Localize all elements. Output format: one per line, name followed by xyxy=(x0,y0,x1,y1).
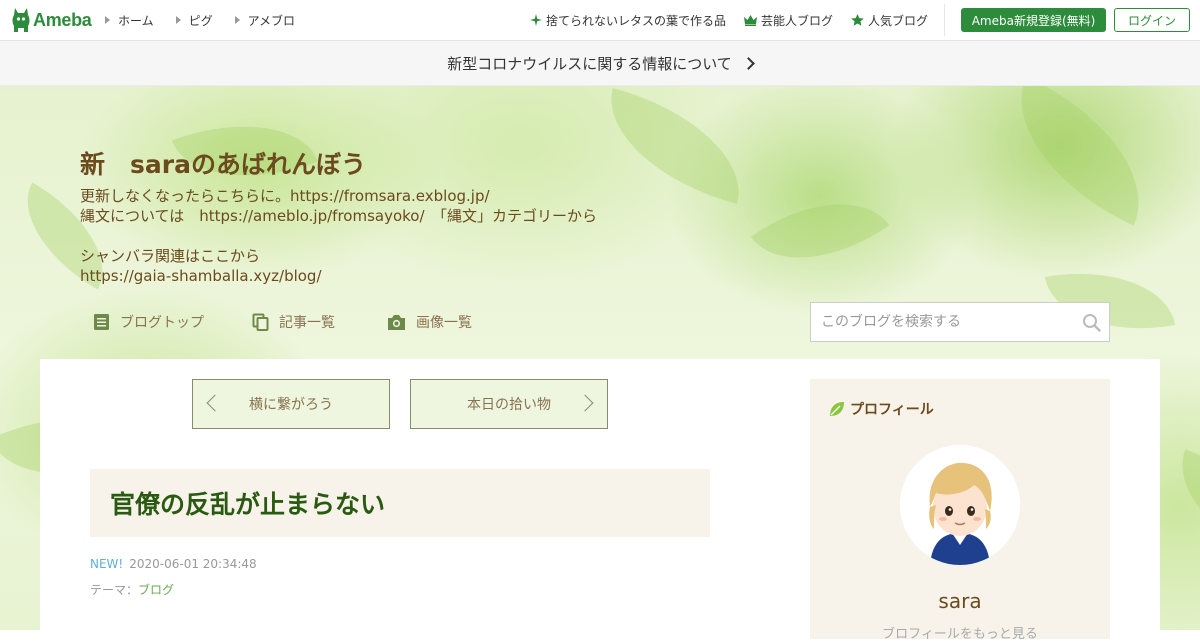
leaf-decoration xyxy=(1161,449,1200,553)
profile-panel: プロフィール sara ブロフィールをもっと見る xyxy=(810,379,1110,642)
nav-home-label: ホーム xyxy=(118,13,154,28)
covid-notice-link[interactable]: 新型コロナウイルスに関する情報について xyxy=(0,41,1200,86)
triangle-right-icon xyxy=(175,16,181,24)
nav-ameblo[interactable]: アメブロ xyxy=(234,12,296,29)
profile-name[interactable]: sara xyxy=(810,589,1110,613)
blog-description-line xyxy=(80,226,597,246)
header-divider xyxy=(944,4,945,36)
ameba-logo[interactable]: Ameba xyxy=(12,7,92,33)
new-badge: NEW! xyxy=(90,557,124,571)
blog-top-link[interactable]: ブログトップ xyxy=(93,312,204,332)
blog-top-label: ブログトップ xyxy=(120,315,204,331)
notice-text: 新型コロナウイルスに関する情報について xyxy=(447,54,732,73)
blog-description-line: 更新しなくなったらこちらに。https://fromsara.exblog.jp… xyxy=(80,187,490,205)
avatar[interactable] xyxy=(900,445,1020,565)
chevron-right-icon xyxy=(576,394,594,412)
blog-nav: ブログトップ 記事一覧 画像一覧 xyxy=(93,310,472,334)
search-icon[interactable] xyxy=(1082,313,1101,332)
next-article-label: 本日の拾い物 xyxy=(467,397,551,413)
chevron-right-icon xyxy=(741,56,755,70)
login-button[interactable]: ログイン xyxy=(1114,8,1190,32)
copy-icon xyxy=(252,313,269,331)
article-meta: NEW! 2020-06-01 20:34:48 xyxy=(90,557,257,571)
nav-home[interactable]: ホーム xyxy=(105,12,154,29)
link-popular-blogs-label: 人気ブログ xyxy=(867,13,928,28)
ameba-mascot-icon xyxy=(12,8,30,32)
register-button[interactable]: Ameba新規登録(無料) xyxy=(961,8,1106,32)
global-nav: ホーム ピグ アメブロ xyxy=(105,0,317,40)
leaf-decoration xyxy=(592,87,758,205)
blog-description-line: 縄文については https://ameblo.jp/fromsayoko/ 「縄… xyxy=(80,207,598,225)
blog-search-input[interactable] xyxy=(811,303,1081,341)
triangle-right-icon xyxy=(234,16,240,24)
leaf-decoration xyxy=(750,167,890,295)
next-article-button[interactable]: 本日の拾い物 xyxy=(410,379,608,429)
prev-article-button[interactable]: 横に繋がろう xyxy=(192,379,390,429)
header-feature-links: 捨てられないレタスの葉で作る品 芸能人ブログ 人気ブログ xyxy=(512,0,928,40)
article-title-box: 官僚の反乱が止まらない xyxy=(90,469,710,537)
blog-search-box xyxy=(810,302,1110,342)
logo-text: Ameba xyxy=(33,9,92,30)
nav-ameblo-label: アメブロ xyxy=(247,13,296,28)
profile-heading: プロフィール xyxy=(828,399,934,419)
global-header: Ameba ホーム ピグ アメブロ 捨てられないレタスの葉で作る品 芸能人ブログ… xyxy=(0,0,1200,41)
link-celebrity-blogs-label: 芸能人ブログ xyxy=(760,13,833,28)
link-celebrity-blogs[interactable]: 芸能人ブログ xyxy=(743,12,833,29)
blog-description-line: https://gaia-shamballa.xyz/blog/ xyxy=(80,267,322,285)
blog-description-line: シャンバラ関連はここから xyxy=(80,247,261,265)
link-lettuce-recipe[interactable]: 捨てられないレタスの葉で作る品 xyxy=(529,12,726,29)
article-theme: テーマ：ブログ xyxy=(90,581,174,598)
theme-label: テーマ： xyxy=(90,583,139,597)
article-title[interactable]: 官僚の反乱が止まらない xyxy=(110,485,385,521)
chevron-left-icon xyxy=(206,394,224,412)
theme-link[interactable]: ブログ xyxy=(138,583,174,597)
article-list-label: 記事一覧 xyxy=(279,315,335,331)
sparkle-icon xyxy=(529,14,542,26)
prev-article-label: 横に繋がろう xyxy=(249,397,333,413)
triangle-right-icon xyxy=(105,16,110,24)
main-content: 横に繋がろう 本日の拾い物 官僚の反乱が止まらない NEW! 2020-06-01… xyxy=(40,359,1160,642)
nav-pigg-label: ピグ xyxy=(188,13,213,28)
leaf-icon xyxy=(830,402,844,416)
camera-icon xyxy=(388,314,405,330)
link-lettuce-recipe-label: 捨てられないレタスの葉で作る品 xyxy=(545,13,726,28)
image-list-label: 画像一覧 xyxy=(416,315,472,331)
profile-subtitle[interactable]: ブロフィールをもっと見る xyxy=(810,623,1110,642)
crown-icon xyxy=(743,14,757,26)
image-list-link[interactable]: 画像一覧 xyxy=(387,312,472,332)
star-icon xyxy=(851,14,864,26)
link-popular-blogs[interactable]: 人気ブログ xyxy=(851,12,928,29)
nav-pigg[interactable]: ピグ xyxy=(175,12,213,29)
blog-title[interactable]: 新 saraのあばれんぼう xyxy=(80,145,366,181)
document-icon xyxy=(94,314,109,330)
profile-heading-label: プロフィール xyxy=(850,402,934,418)
article-list-link[interactable]: 記事一覧 xyxy=(252,312,335,332)
avatar-illustration-icon xyxy=(900,445,1020,565)
article-datetime: 2020-06-01 20:34:48 xyxy=(129,557,257,571)
leaf-decoration xyxy=(988,86,1172,226)
blog-description: 更新しなくなったらこちらに。https://fromsara.exblog.jp… xyxy=(80,186,597,286)
